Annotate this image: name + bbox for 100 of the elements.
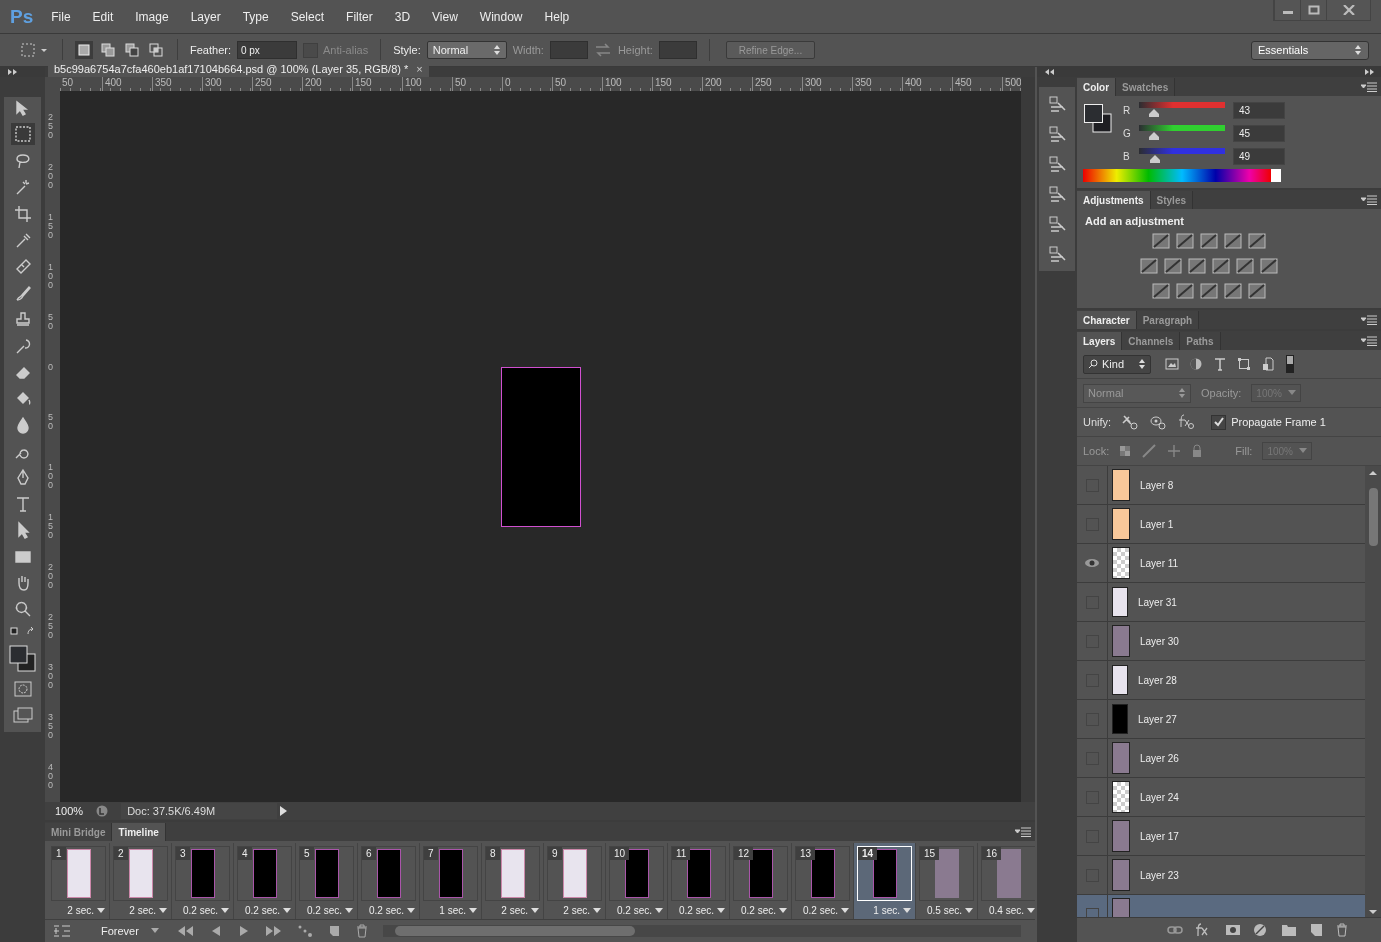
layer-row[interactable]: Layer 17 bbox=[1077, 817, 1365, 856]
animation-frame[interactable]: 14 1 sec. bbox=[854, 843, 916, 919]
trash-icon[interactable] bbox=[355, 924, 369, 938]
layer-row[interactable]: Layer 30 bbox=[1077, 622, 1365, 661]
frame-delay-dropdown[interactable]: 0.2 sec. bbox=[182, 905, 229, 916]
menu-item[interactable]: Layer bbox=[190, 9, 221, 24]
feather-field[interactable]: 0 px bbox=[236, 41, 297, 59]
document-tab[interactable]: b5c99a6754a7cfa460eb1af17104b664.psd @ 100% (Layer 35, RGB/8) * × bbox=[48, 60, 429, 77]
height-field[interactable] bbox=[658, 41, 697, 59]
frame-delay-dropdown[interactable]: 2 sec. bbox=[563, 905, 601, 916]
channel-value-field[interactable]: 49 bbox=[1233, 148, 1285, 165]
frame-delay-dropdown[interactable]: 0.2 sec. bbox=[678, 905, 725, 916]
subtract-selection-icon[interactable] bbox=[123, 41, 141, 59]
convert-timeline-icon[interactable] bbox=[53, 924, 71, 938]
scrollbar-thumb[interactable] bbox=[1368, 488, 1378, 546]
frame-delay-dropdown[interactable]: 2 sec. bbox=[129, 905, 167, 916]
frame-delay-dropdown[interactable]: 2 sec. bbox=[67, 905, 105, 916]
first-frame-icon[interactable] bbox=[177, 925, 195, 937]
panel-menu-icon[interactable] bbox=[1361, 315, 1377, 325]
menu-item[interactable]: Edit bbox=[92, 9, 114, 24]
layer-row[interactable]: Layer 24 bbox=[1077, 778, 1365, 817]
frame-delay-dropdown[interactable]: 1 sec. bbox=[873, 905, 911, 916]
frame-delay-dropdown[interactable]: 0.2 sec. bbox=[368, 905, 415, 916]
channel-value-field[interactable]: 43 bbox=[1233, 102, 1285, 119]
layer-filter-dropdown[interactable]: Kind bbox=[1083, 354, 1151, 374]
type-filter-icon[interactable] bbox=[1213, 357, 1227, 371]
unify-visibility-icon[interactable] bbox=[1149, 414, 1168, 430]
add-selection-icon[interactable] bbox=[99, 41, 117, 59]
panel-menu-icon[interactable] bbox=[1015, 827, 1031, 837]
new-frame-icon[interactable] bbox=[327, 924, 341, 938]
screen-mode-icon[interactable] bbox=[10, 704, 35, 726]
adjustment-filter-icon[interactable] bbox=[1189, 357, 1203, 371]
smart-object-filter-icon[interactable] bbox=[1261, 357, 1275, 371]
menu-item[interactable]: Image bbox=[135, 9, 169, 24]
new-layer-icon[interactable] bbox=[1309, 923, 1323, 937]
marquee-icon[interactable] bbox=[10, 123, 35, 146]
folder-icon[interactable] bbox=[1281, 923, 1297, 937]
link-icon[interactable] bbox=[1167, 925, 1183, 935]
frame-delay-dropdown[interactable]: 0.2 sec. bbox=[244, 905, 291, 916]
frame-delay-dropdown[interactable]: 1 sec. bbox=[439, 905, 477, 916]
tween-icon[interactable] bbox=[297, 924, 313, 938]
layer-row[interactable]: Layer 28 bbox=[1077, 661, 1365, 700]
new-selection-icon[interactable] bbox=[75, 41, 93, 59]
loop-dropdown[interactable]: Forever bbox=[85, 925, 163, 937]
menu-item[interactable]: Type bbox=[242, 9, 269, 24]
propagate-frame-checkbox[interactable] bbox=[1211, 414, 1227, 430]
menu-item[interactable]: Help bbox=[544, 9, 570, 24]
channel-gradient-bar[interactable] bbox=[1139, 102, 1225, 108]
panel-tab[interactable]: Timeline bbox=[112, 823, 166, 841]
frame-delay-dropdown[interactable]: 2 sec. bbox=[501, 905, 539, 916]
frame-delay-dropdown[interactable]: 0.4 sec. bbox=[988, 905, 1035, 916]
menu-item[interactable]: Filter bbox=[346, 9, 373, 24]
menu-item[interactable]: View bbox=[432, 9, 458, 24]
frame-delay-dropdown[interactable]: 0.2 sec. bbox=[616, 905, 663, 916]
scroll-up-icon[interactable] bbox=[1369, 470, 1377, 476]
scrollbar-thumb[interactable] bbox=[395, 926, 635, 936]
frame-delay-dropdown[interactable]: 0.2 sec. bbox=[740, 905, 787, 916]
layer-row[interactable]: Layer 1 bbox=[1077, 505, 1365, 544]
marquee-preset-icon[interactable] bbox=[20, 42, 50, 58]
panel-menu-icon[interactable] bbox=[1361, 195, 1377, 205]
expand-icon[interactable] bbox=[1365, 69, 1375, 75]
scroll-down-icon[interactable] bbox=[1369, 909, 1377, 915]
close-tab-button[interactable]: × bbox=[416, 62, 423, 75]
channel-gradient-bar[interactable] bbox=[1139, 125, 1225, 131]
menu-item[interactable]: File bbox=[51, 9, 71, 24]
width-field[interactable] bbox=[549, 41, 588, 59]
next-frame-icon[interactable] bbox=[265, 925, 283, 937]
frame-delay-dropdown[interactable]: 0.2 sec. bbox=[306, 905, 353, 916]
frame-delay-dropdown[interactable]: 0.5 sec. bbox=[926, 905, 973, 916]
collapse-icon[interactable] bbox=[1045, 69, 1055, 75]
expand-icon[interactable] bbox=[8, 69, 18, 75]
panel-menu-icon[interactable] bbox=[1361, 82, 1377, 92]
status-icon[interactable] bbox=[95, 804, 110, 818]
frame-delay-dropdown[interactable]: 0.2 sec. bbox=[802, 905, 849, 916]
trash-icon[interactable] bbox=[1335, 923, 1349, 937]
unify-style-icon[interactable] bbox=[1177, 414, 1196, 430]
layer-row[interactable]: Layer 31 bbox=[1077, 583, 1365, 622]
menu-item[interactable]: Select bbox=[290, 9, 325, 24]
style-dropdown[interactable]: Normal bbox=[426, 41, 507, 59]
foreground-background-swatch[interactable] bbox=[1083, 102, 1113, 134]
layer-row[interactable]: Layer 26 bbox=[1077, 739, 1365, 778]
menu-item[interactable]: 3D bbox=[394, 9, 411, 24]
panel-tab[interactable]: Adjustments bbox=[1077, 191, 1151, 209]
eye-icon[interactable] bbox=[1084, 558, 1100, 568]
mask-icon[interactable] bbox=[1225, 924, 1241, 936]
shape-filter-icon[interactable] bbox=[1237, 357, 1251, 371]
panel-tab[interactable]: Character bbox=[1077, 311, 1137, 329]
workspace-dropdown[interactable]: Essentials bbox=[1251, 40, 1369, 60]
visibility-toggle[interactable] bbox=[1085, 907, 1099, 917]
layer-row[interactable]: Layer 11 bbox=[1077, 544, 1365, 583]
unify-position-icon[interactable] bbox=[1121, 414, 1140, 430]
channel-value-field[interactable]: 45 bbox=[1233, 125, 1285, 142]
layer-row[interactable]: Layer 8 bbox=[1077, 466, 1365, 505]
menu-item[interactable]: Window bbox=[479, 9, 523, 24]
adjustment-layer-icon[interactable] bbox=[1253, 923, 1269, 937]
panel-menu-icon[interactable] bbox=[1361, 336, 1377, 346]
panel-tab[interactable]: Color bbox=[1077, 78, 1117, 96]
image-filter-icon[interactable] bbox=[1165, 358, 1179, 370]
filter-toggle-icon[interactable] bbox=[1285, 354, 1295, 374]
color-spectrum[interactable] bbox=[1083, 169, 1281, 182]
